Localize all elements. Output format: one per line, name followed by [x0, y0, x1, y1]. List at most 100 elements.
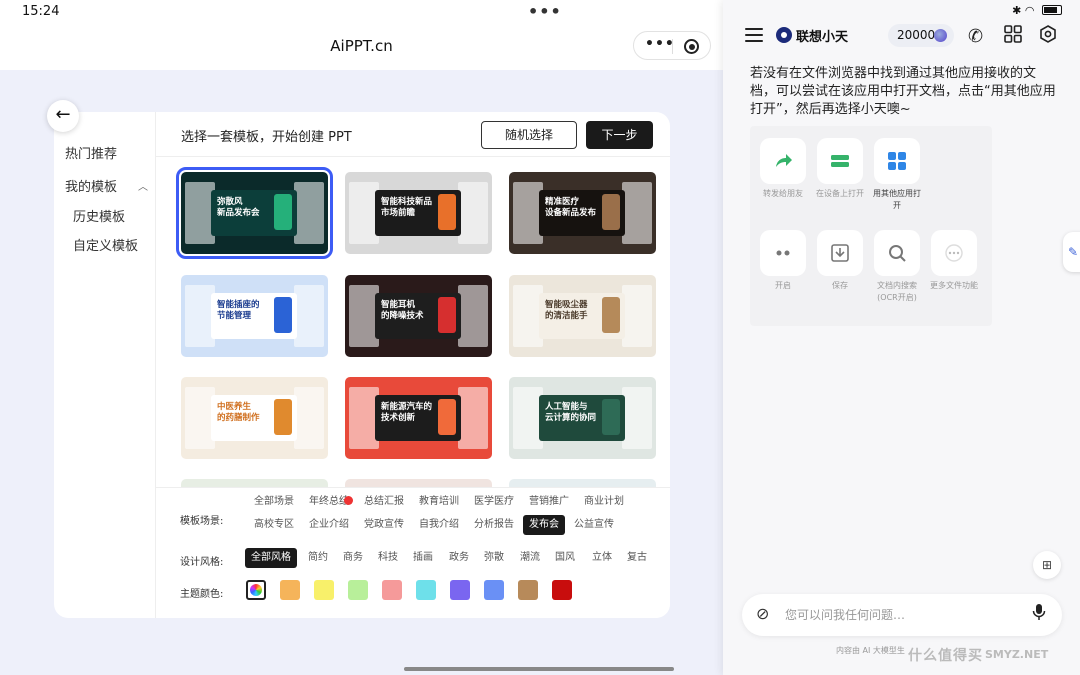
back-button[interactable]: ← [47, 100, 79, 132]
nav-custom-templates[interactable]: 自定义模板 [73, 235, 138, 254]
color-swatch[interactable] [280, 580, 300, 600]
template-title: 弥散风 新品发布会 [217, 197, 260, 218]
assistant-panel: ✱ ◠ 联想小天 20000 ✆ 若没有在文件浏览器中找到通过其他应用接收的文档… [723, 0, 1080, 675]
scene-filter-tag[interactable]: 公益宣传 [568, 515, 620, 535]
scene-filter-tag[interactable]: 高校专区 [248, 515, 300, 535]
share-app-label: 用其他应用打开 [873, 189, 921, 210]
search-icon [874, 230, 920, 276]
scene-filter-tag[interactable]: 全部场景 [248, 492, 300, 512]
style-filter-tag[interactable]: 弥散 [478, 548, 510, 568]
share-app-item[interactable]: 保存 [815, 230, 865, 292]
chevron-up-icon[interactable]: ︿ [138, 178, 148, 193]
share-arrow-icon [760, 138, 806, 184]
template-card[interactable] [345, 479, 492, 487]
template-card[interactable]: 智能吸尘器 的清洁能手 [509, 275, 656, 357]
next-step-button[interactable]: 下一步 [586, 121, 653, 149]
home-indicator[interactable] [404, 667, 674, 671]
scene-filter-tag[interactable]: 自我介绍 [413, 515, 465, 535]
template-title: 智能科技新品 市场前瞻 [381, 197, 433, 218]
template-card[interactable] [181, 479, 328, 487]
template-background [181, 479, 328, 487]
template-card[interactable]: 智能插座的 节能管理 [181, 275, 328, 357]
template-card[interactable]: 人工智能与 云计算的协同 [509, 377, 656, 459]
share-app-label: 在设备上打开 [816, 189, 864, 198]
share-app-item[interactable]: 用其他应用打开 [872, 138, 922, 212]
pen-icon[interactable]: ✎ [1063, 232, 1080, 272]
color-swatch[interactable] [348, 580, 368, 600]
share-app-item[interactable]: 开启 [758, 230, 808, 292]
style-filter-tag[interactable]: 潮流 [514, 548, 546, 568]
template-card[interactable]: 中医养生 的药膳制作 [181, 377, 328, 459]
share-app-item[interactable]: 更多文件功能 [929, 230, 979, 292]
credits-badge[interactable]: 20000 [888, 24, 954, 47]
template-card[interactable] [509, 479, 656, 487]
scene-filter-tag[interactable]: 营销推广 [523, 492, 575, 512]
status-time: 15:24 [22, 4, 60, 19]
nav-history-templates[interactable]: 历史模板 [73, 206, 125, 225]
template-slide-thumb [294, 182, 324, 244]
style-filter-tag[interactable]: 政务 [443, 548, 475, 568]
style-filter-tag[interactable]: 全部风格 [245, 548, 297, 568]
grid-icon[interactable] [1004, 25, 1022, 48]
nav-my-templates[interactable]: 我的模板 [65, 176, 117, 195]
share-app-item[interactable]: 文档内搜索(OCR开启) [872, 230, 922, 304]
template-card[interactable]: 智能耳机 的降噪技术 [345, 275, 492, 357]
template-card[interactable]: 新能源汽车的 技术创新 [345, 377, 492, 459]
template-slide-thumb [294, 387, 324, 449]
color-swatch[interactable] [484, 580, 504, 600]
style-filter-tag[interactable]: 复古 [621, 548, 653, 568]
color-swatch[interactable] [314, 580, 334, 600]
scene-filter-tag[interactable]: 分析报告 [468, 515, 520, 535]
color-swatch[interactable] [450, 580, 470, 600]
picker-heading: 选择一套模板，开始创建 PPT [181, 130, 352, 145]
capsule-divider [672, 39, 673, 54]
scene-filter-tag[interactable]: 商业计划 [578, 492, 630, 512]
random-select-button[interactable]: 随机选择 [481, 121, 577, 149]
scene-filter-tag[interactable]: 发布会 [523, 515, 565, 535]
more-icon[interactable]: ••• [645, 36, 675, 52]
attachment-icon[interactable]: ⊘ [756, 604, 769, 623]
scene-filter-tag[interactable]: 总结汇报 [358, 492, 410, 512]
close-target-icon[interactable] [684, 39, 699, 54]
color-swatch[interactable] [382, 580, 402, 600]
scene-filter-tag[interactable]: 医学医疗 [468, 492, 520, 512]
template-slide-thumb [294, 285, 324, 347]
scene-filter-tag[interactable]: 教育培训 [413, 492, 465, 512]
style-filter-tag[interactable]: 国风 [549, 548, 581, 568]
template-title: 智能吸尘器 的清洁能手 [545, 300, 588, 321]
color-swatch[interactable] [518, 580, 538, 600]
nav-hot-templates[interactable]: 热门推荐 [65, 143, 117, 162]
template-card[interactable]: 弥散风 新品发布会 [176, 167, 333, 259]
download-icon [817, 230, 863, 276]
menu-icon[interactable] [745, 28, 763, 46]
all-colors-swatch[interactable] [246, 580, 266, 600]
template-title: 智能耳机 的降噪技术 [381, 300, 424, 321]
share-app-item[interactable]: 在设备上打开 [815, 138, 865, 200]
watermark-text: 什么值得买 [908, 648, 983, 664]
style-filter-tag[interactable]: 商务 [337, 548, 369, 568]
chat-input[interactable] [785, 603, 1015, 627]
template-grid: 弥散风 新品发布会 智能科技新品 市场前瞻 精准医疗 设备新品发布智能插座的 节能管… [156, 157, 670, 487]
phone-icon[interactable]: ✆ [968, 26, 983, 47]
color-swatch[interactable] [552, 580, 572, 600]
style-filter-tag[interactable]: 立体 [586, 548, 618, 568]
color-swatch[interactable] [416, 580, 436, 600]
template-title: 精准医疗 设备新品发布 [545, 197, 597, 218]
style-filter-tag[interactable]: 插画 [407, 548, 439, 568]
style-filter-tag[interactable]: 科技 [372, 548, 404, 568]
scene-filter-tag[interactable]: 党政宣传 [358, 515, 410, 535]
template-nav: 热门推荐 我的模板 ︿ 历史模板 自定义模板 [54, 112, 156, 618]
style-filter-tag[interactable]: 简约 [302, 548, 334, 568]
template-card[interactable]: 精准医疗 设备新品发布 [509, 172, 656, 254]
assistant-message: 若没有在文件浏览器中找到通过其他应用接收的文档，可以尝试在该应用中打开文档，点击… [750, 66, 1056, 117]
add-widget-icon[interactable]: ⊞ [1033, 551, 1061, 579]
template-card[interactable]: 智能科技新品 市场前瞻 [345, 172, 492, 254]
template-slide-thumb [458, 387, 488, 449]
window-dots-icon[interactable]: ••• [528, 2, 562, 21]
microphone-icon[interactable] [1032, 603, 1046, 625]
scene-filter-tag[interactable]: 企业介绍 [303, 515, 355, 535]
share-app-item[interactable]: 转发给朋友 [758, 138, 808, 200]
settings-icon[interactable] [1039, 25, 1057, 48]
template-title: 新能源汽车的 技术创新 [381, 402, 433, 423]
credits-orb-icon [934, 29, 947, 42]
